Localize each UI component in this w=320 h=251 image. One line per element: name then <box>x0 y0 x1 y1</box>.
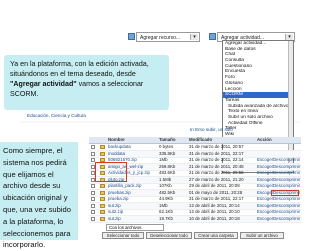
column-header-name[interactable]: Nombre <box>108 137 125 143</box>
unzip-link[interactable]: Descomprimir <box>273 203 300 209</box>
file-name-link[interactable]: prueba.zip <box>108 196 129 202</box>
file-name-link[interactable]: sut.zip <box>108 203 121 209</box>
file-modified-date: 21 de marzo de 2011, 20:48 <box>189 163 244 169</box>
file-actions-bar: Con los archivos escogidos... Selecciona… <box>98 224 298 239</box>
file-size: 1Mb <box>159 202 168 208</box>
file-icon <box>100 197 105 201</box>
file-modified-date: 31 de marzo de 2011, 22:17 <box>189 150 244 156</box>
chevron-down-icon: ▾ <box>190 34 198 40</box>
file-size: 483.6Kb <box>159 170 176 175</box>
choose-link[interactable]: Escoger <box>257 203 273 209</box>
file-size: 482.5Kb <box>159 189 176 195</box>
file-size: 259.8Kb <box>159 163 176 169</box>
file-size: 0 bytes <box>159 144 174 149</box>
file-modified-date: 31 de marzo de 2011, 22:14 <box>189 157 244 162</box>
file-modified-date: 27 de marzo de 2011, 21:20 <box>189 176 244 182</box>
file-name-link[interactable]: backupdata <box>108 144 131 150</box>
add-resource-select[interactable]: Agregar recurso... ▾ <box>136 32 200 42</box>
file-modified-date: 10 de abril de 2011, 20:18 <box>189 215 240 221</box>
callout-instruction-top: Ya en la plataforma, con la edición acti… <box>4 55 169 110</box>
choose-link[interactable]: Escoger <box>257 164 273 170</box>
column-header-modified[interactable]: Modificado <box>189 137 212 143</box>
row-checkbox[interactable] <box>91 210 95 214</box>
file-name-link[interactable]: pruebas.zip <box>108 190 131 196</box>
file-icon <box>100 210 105 214</box>
bulk-action-select[interactable]: Con los archivos escogidos... <box>106 224 164 236</box>
table-row: sut.zip 19.7Kb 10 de abril de 2011, 20:18 E… <box>89 215 301 223</box>
file-modified-date: 31 de marzo de 2011, 22:17 <box>189 196 244 201</box>
file-size: 335.8Kb <box>159 150 176 156</box>
file-icon <box>100 203 105 208</box>
file-size: 1Mb <box>159 157 168 162</box>
choose-link[interactable]: Escoger <box>257 177 273 183</box>
highlight-frame <box>95 162 127 182</box>
unzip-link[interactable]: Descomprimir <box>273 164 300 170</box>
choose-link[interactable]: Escoger <box>257 157 273 163</box>
unzip-link[interactable]: Descomprimir <box>273 170 300 176</box>
file-name-link[interactable]: sut.zip <box>108 216 121 222</box>
choose-link[interactable]: Escoger <box>257 216 273 222</box>
unzip-link[interactable]: Descomprimir <box>273 216 300 222</box>
file-icon <box>100 184 105 188</box>
file-name-link[interactable]: moddata <box>108 151 125 157</box>
row-checkbox[interactable] <box>91 190 95 195</box>
deselect-all-button[interactable]: Deseleccionar todo <box>146 232 192 239</box>
file-modified-date: 29 de abril de 2011, 20:08 <box>189 183 240 188</box>
activity-icon <box>209 33 216 40</box>
file-size: 62.1Kb <box>159 209 173 214</box>
resource-icon <box>128 33 135 40</box>
file-modified-date: 12 de abril de 2011, 20:14 <box>189 202 240 208</box>
choose-link[interactable]: Escoger <box>257 183 273 189</box>
callout-instruction-left: Como siempre, el sistema nos pedirá que … <box>0 142 78 249</box>
unzip-link[interactable]: Descomprimir <box>273 196 300 202</box>
row-checkbox[interactable] <box>91 145 95 149</box>
unzip-link[interactable]: Descomprimir <box>273 183 300 189</box>
file-name-link[interactable]: sut2.zip <box>108 209 123 215</box>
file-icon <box>100 190 105 195</box>
file-size: 107Kb <box>159 183 172 188</box>
table-header: Nombre Tamaño Modificado Acción <box>89 137 301 144</box>
file-icon <box>100 216 105 221</box>
unzip-link[interactable]: Descomprimir <box>273 177 300 183</box>
callout-text: Ya en la plataforma, con la edición acti… <box>10 60 149 78</box>
row-checkbox[interactable] <box>91 184 95 188</box>
file-modified-date: 21 de marzo de 2011, 20:55 <box>189 170 244 175</box>
file-name-link[interactable]: plantilla_pack.zip <box>108 183 141 189</box>
file-size: 1.5Mb <box>159 176 172 182</box>
choose-link[interactable]: Escoger <box>257 170 273 176</box>
upload-file-button[interactable]: Subir un archivo <box>240 232 284 239</box>
row-checkbox[interactable] <box>91 151 95 156</box>
file-modified-date: 01 de mayo de 2011, 20:28 <box>189 189 243 195</box>
file-modified-date: 31 de marzo de 2011, 20:57 <box>189 144 244 149</box>
unzip-link[interactable]: Descomprimir <box>273 209 300 215</box>
add-resource-label: Agregar recurso... <box>140 35 181 41</box>
choose-link[interactable]: Escoger <box>257 196 273 202</box>
select-all-button[interactable]: Seleccionar todo <box>102 232 144 239</box>
file-icon <box>100 145 105 149</box>
breadcrumb[interactable]: Educación, Ciencia y Cultura <box>27 113 86 118</box>
choose-link[interactable]: Escoger <box>257 209 273 215</box>
create-folder-button[interactable]: Crear una carpeta <box>194 232 238 239</box>
column-header-action: Acción <box>257 137 272 142</box>
file-size: 44.9Kb <box>159 196 173 201</box>
column-header-size[interactable]: Tamaño <box>159 137 176 143</box>
callout-bold-text: "Agregar actividad" <box>10 80 77 88</box>
file-size: 19.7Kb <box>159 215 173 221</box>
unzip-link[interactable]: Descomprimir <box>273 157 300 163</box>
file-icon <box>100 151 105 156</box>
file-modified-date: 12 de abril de 2011, 20:10 <box>189 209 240 214</box>
row-checkbox[interactable] <box>91 203 95 208</box>
highlight-frame <box>271 189 299 196</box>
row-checkbox[interactable] <box>91 197 95 201</box>
edit-link[interactable]: In Emo subir, un sitio <box>190 127 233 132</box>
row-checkbox[interactable] <box>91 216 95 221</box>
